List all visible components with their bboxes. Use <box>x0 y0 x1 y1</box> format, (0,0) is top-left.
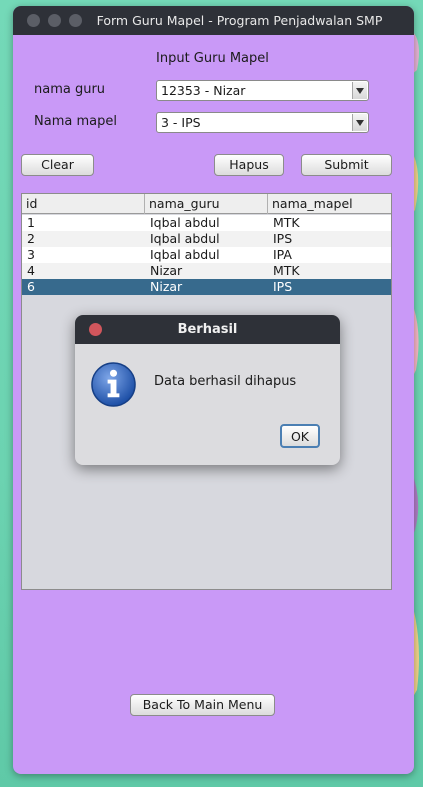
table-header: id nama_guru nama_mapel <box>22 194 391 214</box>
cell-nama-guru: Nizar <box>150 279 183 294</box>
window-title: Form Guru Mapel - Program Penjadwalan SM… <box>96 13 383 28</box>
dialog-close-button[interactable] <box>89 323 102 336</box>
hapus-button[interactable]: Hapus <box>214 154 284 176</box>
form-heading: Input Guru Mapel <box>156 51 269 66</box>
mapel-label: Nama mapel <box>34 114 117 129</box>
cell-nama-mapel: MTK <box>273 215 300 230</box>
table-row[interactable]: 4 Nizar MTK <box>22 263 391 279</box>
submit-button[interactable]: Submit <box>301 154 392 176</box>
column-header-nama-mapel[interactable]: nama_mapel <box>268 194 391 214</box>
minimize-window-button[interactable] <box>48 14 61 27</box>
close-window-button[interactable] <box>27 14 40 27</box>
cell-id: 2 <box>27 231 35 246</box>
cell-id: 4 <box>27 263 35 278</box>
clear-button[interactable]: Clear <box>21 154 94 176</box>
guru-label: nama guru <box>34 82 106 97</box>
cell-id: 1 <box>27 215 35 230</box>
table-row[interactable]: 3 Iqbal abdul IPA <box>22 247 391 263</box>
cell-nama-guru: Iqbal abdul <box>150 215 220 230</box>
guru-select[interactable]: 12353 - Nizar <box>156 80 369 101</box>
cell-id: 6 <box>27 279 35 294</box>
cell-nama-mapel: IPA <box>273 247 292 262</box>
chevron-down-icon[interactable] <box>352 82 367 99</box>
cell-id: 3 <box>27 247 35 262</box>
table-row[interactable]: 1 Iqbal abdul MTK <box>22 215 391 231</box>
cell-nama-mapel: MTK <box>273 263 300 278</box>
app-window: Form Guru Mapel - Program Penjadwalan SM… <box>13 6 414 774</box>
success-dialog: Berhasil Data berhasil dihapus OK <box>75 315 340 465</box>
guru-select-value: 12353 - Nizar <box>161 83 246 98</box>
mapel-select-value: 3 - IPS <box>161 115 201 130</box>
cell-nama-mapel: IPS <box>273 279 293 294</box>
cell-nama-guru: Nizar <box>150 263 183 278</box>
title-bar[interactable]: Form Guru Mapel - Program Penjadwalan SM… <box>13 6 414 35</box>
dialog-message: Data berhasil dihapus <box>154 374 297 389</box>
ok-button[interactable]: OK <box>280 424 320 448</box>
info-icon <box>91 362 136 407</box>
back-to-main-menu-button[interactable]: Back To Main Menu <box>130 694 275 716</box>
dialog-title[interactable]: Berhasil <box>75 315 340 344</box>
table-row[interactable]: 2 Iqbal abdul IPS <box>22 231 391 247</box>
cell-nama-guru: Iqbal abdul <box>150 231 220 246</box>
form-content: Input Guru Mapel nama guru 12353 - Nizar… <box>13 35 414 774</box>
mapel-select[interactable]: 3 - IPS <box>156 112 369 133</box>
column-header-id[interactable]: id <box>22 194 145 214</box>
chevron-down-icon[interactable] <box>352 114 367 131</box>
cell-nama-mapel: IPS <box>273 231 293 246</box>
column-header-nama-guru[interactable]: nama_guru <box>145 194 268 214</box>
table-row-selected[interactable]: 6 Nizar IPS <box>22 279 391 295</box>
cell-nama-guru: Iqbal abdul <box>150 247 220 262</box>
